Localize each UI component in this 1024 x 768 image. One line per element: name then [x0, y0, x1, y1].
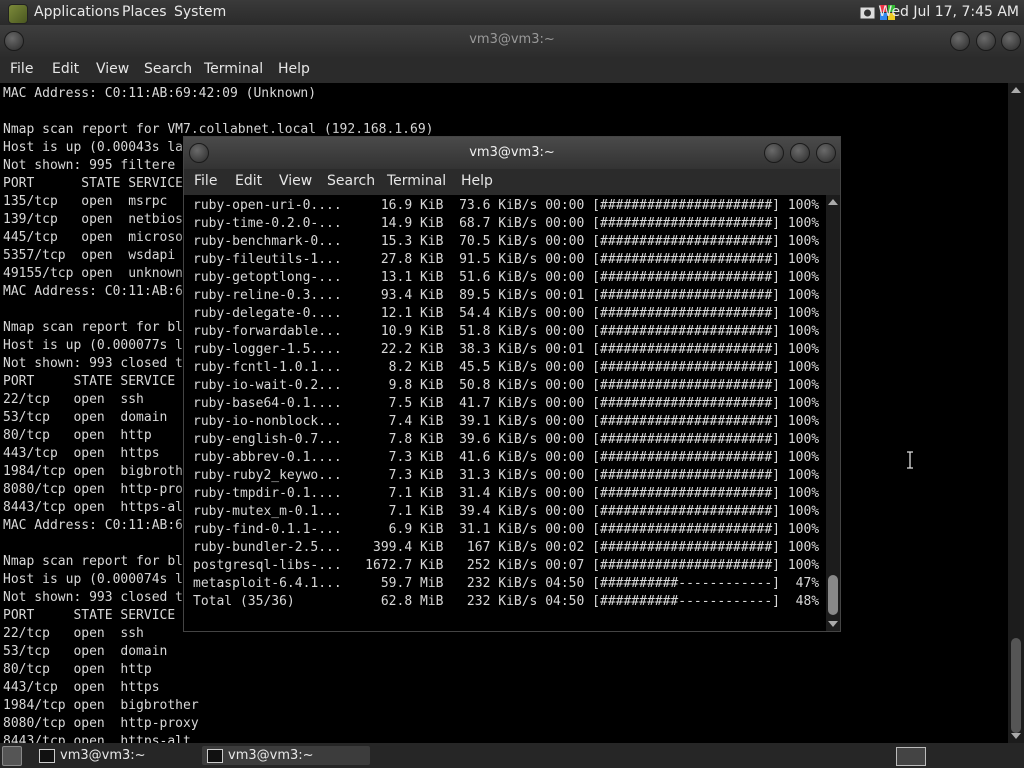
places-menu[interactable]: Places [122, 4, 167, 20]
screenshot-icon[interactable] [859, 4, 877, 22]
window-title: vm3@vm3:~ [469, 145, 555, 160]
taskbar-item-label: vm3@vm3:~ [60, 748, 146, 763]
menu-view[interactable]: View [279, 173, 312, 189]
terminal-line: ruby-mutex_m-0.1... 7.1 KiB 39.4 KiB/s 0… [193, 504, 820, 519]
menu-search[interactable]: Search [144, 61, 192, 77]
applications-menu[interactable]: Applications [34, 4, 120, 20]
window-title: vm3@vm3:~ [469, 32, 555, 47]
terminal-line: ruby-tmpdir-0.1.... 7.1 KiB 31.4 KiB/s 0… [193, 486, 820, 501]
menu-search[interactable]: Search [327, 173, 375, 189]
show-desktop-icon[interactable] [2, 746, 22, 766]
close-icon[interactable] [816, 143, 836, 163]
clock[interactable]: Wed Jul 17, 7:45 AM [878, 4, 1019, 20]
scrollbar[interactable] [1008, 83, 1024, 743]
terminal-line: 443/tcp open https [3, 680, 160, 695]
terminal-line: ruby-benchmark-0... 15.3 KiB 70.5 KiB/s … [193, 234, 820, 249]
maximize-icon[interactable] [790, 143, 810, 163]
minimize-icon[interactable] [950, 31, 970, 51]
front-terminal-window: vm3@vm3:~ File Edit View Search Terminal… [183, 136, 841, 632]
maximize-icon[interactable] [976, 31, 996, 51]
menubar: File Edit View Search Terminal Help [0, 57, 1024, 83]
terminal-line: ruby-open-uri-0.... 16.9 KiB 73.6 KiB/s … [193, 198, 820, 213]
terminal-icon [207, 749, 223, 763]
terminal-line: ruby-fileutils-1... 27.8 KiB 91.5 KiB/s … [193, 252, 820, 267]
menu-terminal[interactable]: Terminal [204, 61, 263, 77]
menu-file[interactable]: File [10, 61, 33, 77]
scroll-up-icon[interactable] [1011, 87, 1021, 93]
window-titlebar[interactable]: vm3@vm3:~ [0, 25, 1024, 57]
terminal-line: MAC Address: C0:11:AB:69:42:09 (Unknown) [3, 86, 317, 101]
taskbar-item[interactable]: vm3@vm3:~ [34, 746, 198, 765]
top-panel: Applications Places System Wed Jul 17, 7… [0, 0, 1024, 25]
terminal-line: 8443/tcp open https-alt [3, 734, 191, 743]
terminal-line: ruby-delegate-0.... 12.1 KiB 54.4 KiB/s … [193, 306, 820, 321]
scroll-up-icon[interactable] [828, 199, 838, 205]
terminal-line: ruby-io-nonblock... 7.4 KiB 39.1 KiB/s 0… [193, 414, 820, 429]
terminal-icon [39, 749, 55, 763]
system-menu[interactable]: System [174, 4, 226, 20]
terminal-line: ruby-logger-1.5.... 22.2 KiB 38.3 KiB/s … [193, 342, 820, 357]
terminal-line: metasploit-6.4.1... 59.7 MiB 232 KiB/s 0… [193, 576, 820, 591]
terminal-line: 53/tcp open domain [3, 644, 168, 659]
scrollbar-thumb[interactable] [828, 575, 838, 615]
taskbar-item-label: vm3@vm3:~ [228, 748, 314, 763]
terminal-line: 8080/tcp open http-proxy [3, 716, 199, 731]
window-menu-icon[interactable] [189, 143, 209, 163]
text-cursor-icon [907, 451, 913, 469]
terminal-line: ruby-find-0.1.1-... 6.9 KiB 31.1 KiB/s 0… [193, 522, 820, 537]
terminal-line: postgresql-libs-... 1672.7 KiB 252 KiB/s… [193, 558, 820, 573]
scroll-down-icon[interactable] [828, 621, 838, 627]
terminal-line: 80/tcp open http [3, 662, 152, 677]
terminal-line: Total (35/36) 62.8 MiB 232 KiB/s 04:50 [… [193, 594, 820, 609]
terminal-line: ruby-time-0.2.0-... 14.9 KiB 68.7 KiB/s … [193, 216, 820, 231]
window-menu-icon[interactable] [4, 31, 24, 51]
terminal-line: ruby-io-wait-0.2... 9.8 KiB 50.8 KiB/s 0… [193, 378, 820, 393]
minimize-icon[interactable] [764, 143, 784, 163]
terminal-line: ruby-english-0.7... 7.8 KiB 39.6 KiB/s 0… [193, 432, 820, 447]
terminal-line: ruby-ruby2_keywo... 7.3 KiB 31.3 KiB/s 0… [193, 468, 820, 483]
menu-view[interactable]: View [96, 61, 129, 77]
terminal-line: ruby-reline-0.3.... 93.4 KiB 89.5 KiB/s … [193, 288, 820, 303]
menubar: File Edit View Search Terminal Help [184, 169, 840, 195]
bottom-panel: vm3@vm3:~ vm3@vm3:~ [0, 743, 1024, 768]
menu-help[interactable]: Help [461, 173, 493, 189]
menu-edit[interactable]: Edit [52, 61, 79, 77]
terminal-line: ruby-fcntl-1.0.1... 8.2 KiB 45.5 KiB/s 0… [193, 360, 820, 375]
terminal-line: 1984/tcp open bigbrother [3, 698, 199, 713]
taskbar-item-active[interactable]: vm3@vm3:~ [202, 746, 370, 765]
menu-help[interactable]: Help [278, 61, 310, 77]
scrollbar[interactable] [826, 195, 840, 631]
menu-file[interactable]: File [194, 173, 217, 189]
menu-edit[interactable]: Edit [235, 173, 262, 189]
terminal-line: ruby-getoptlong-... 13.1 KiB 51.6 KiB/s … [193, 270, 820, 285]
terminal-line: ruby-forwardable... 10.9 KiB 51.8 KiB/s … [193, 324, 820, 339]
menu-terminal[interactable]: Terminal [387, 173, 446, 189]
close-icon[interactable] [1001, 31, 1021, 51]
terminal-line: ruby-base64-0.1.... 7.5 KiB 41.7 KiB/s 0… [193, 396, 820, 411]
scroll-down-icon[interactable] [1011, 733, 1021, 739]
scrollbar-thumb[interactable] [1011, 638, 1021, 733]
distro-logo-icon[interactable] [8, 4, 28, 24]
terminal-line: ruby-abbrev-0.1.... 7.3 KiB 41.6 KiB/s 0… [193, 450, 820, 465]
workspace-switcher[interactable] [896, 747, 926, 766]
terminal-output[interactable]: ruby-open-uri-0.... 16.9 KiB 73.6 KiB/s … [184, 197, 826, 631]
window-titlebar[interactable]: vm3@vm3:~ [184, 137, 840, 169]
terminal-line: ruby-bundler-2.5... 399.4 KiB 167 KiB/s … [193, 540, 820, 555]
